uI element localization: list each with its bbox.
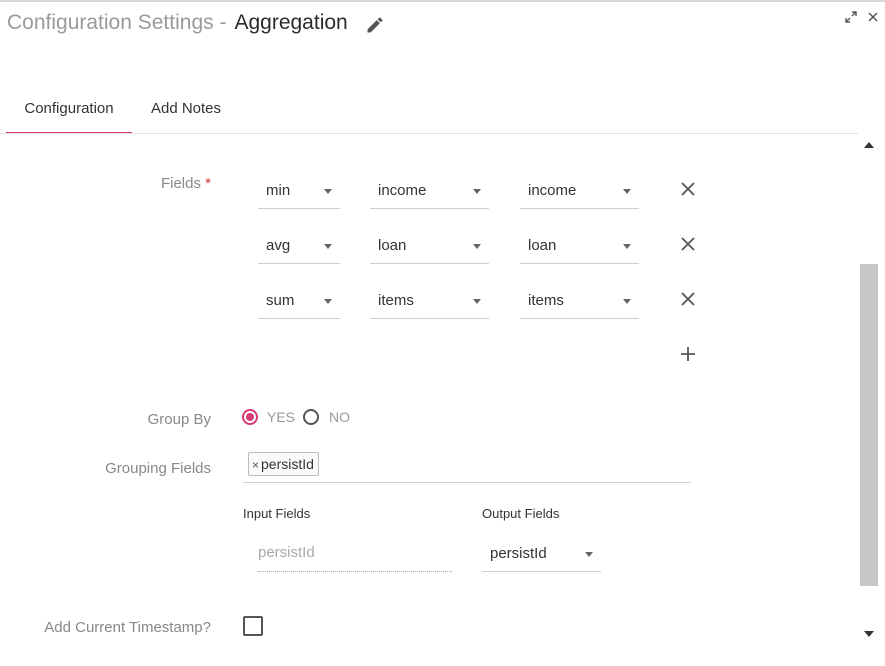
caret-down-icon — [623, 189, 631, 194]
output-field-select-1[interactable]: income — [520, 172, 639, 209]
caret-down-icon — [623, 299, 631, 304]
tabs-divider — [0, 133, 858, 134]
add-row-icon[interactable] — [678, 344, 698, 364]
group-by-no-label[interactable]: NO — [329, 409, 350, 425]
function-select-3[interactable]: sum — [258, 282, 340, 319]
remove-row-icon[interactable] — [678, 179, 698, 199]
grouping-fields-input[interactable]: × persistId — [243, 450, 691, 483]
output-fields-label: Output Fields — [482, 506, 560, 521]
caret-down-icon — [623, 244, 631, 249]
fields-label: Fields * — [161, 175, 211, 192]
function-select-2[interactable]: avg — [258, 227, 340, 264]
tab-add-notes[interactable]: Add Notes — [146, 92, 226, 134]
page-title: Configuration Settings - Aggregation — [7, 11, 348, 35]
input-fields-label: Input Fields — [243, 506, 311, 521]
group-by-yes-label[interactable]: YES — [267, 409, 295, 425]
tab-configuration[interactable]: Configuration — [6, 92, 132, 134]
grouping-field-chip: × persistId — [248, 452, 319, 476]
caret-down-icon — [324, 244, 332, 249]
group-by-label: Group By — [147, 411, 211, 428]
input-fields-value: persistId — [258, 535, 452, 572]
pencil-icon[interactable] — [365, 15, 385, 35]
scroll-thumb[interactable] — [860, 264, 878, 586]
caret-down-icon — [324, 189, 332, 194]
caret-down-icon — [324, 299, 332, 304]
input-field-select-3[interactable]: items — [370, 282, 489, 319]
input-fields-text: persistId — [258, 544, 315, 561]
chip-remove-icon[interactable]: × — [252, 458, 259, 472]
function-value: sum — [266, 292, 295, 309]
group-by-no-radio[interactable] — [303, 409, 319, 425]
title-prefix: Configuration Settings - — [7, 11, 227, 34]
fields-label-text: Fields — [160, 175, 201, 192]
output-fields-select[interactable]: persistId — [482, 535, 601, 572]
expand-icon[interactable] — [844, 10, 858, 24]
function-select-1[interactable]: min — [258, 172, 340, 209]
output-field-select-2[interactable]: loan — [520, 227, 639, 264]
timestamp-checkbox[interactable] — [243, 616, 263, 636]
input-field-select-2[interactable]: loan — [370, 227, 489, 264]
input-field-value: income — [378, 182, 427, 199]
output-field-value: items — [528, 292, 564, 309]
grouping-fields-label: Grouping Fields — [105, 460, 211, 477]
caret-down-icon — [473, 244, 481, 249]
output-field-value: loan — [528, 237, 557, 254]
caret-down-icon — [585, 552, 593, 557]
output-field-value: income — [528, 182, 577, 199]
input-field-select-1[interactable]: income — [370, 172, 489, 209]
chip-label: persistId — [261, 456, 314, 472]
caret-down-icon — [473, 299, 481, 304]
scroll-down-arrow-icon[interactable] — [864, 631, 874, 637]
title-name: Aggregation — [234, 11, 348, 34]
scroll-up-arrow-icon[interactable] — [864, 142, 874, 148]
caret-down-icon — [473, 189, 481, 194]
scrollbar[interactable] — [858, 134, 880, 646]
output-field-select-3[interactable]: items — [520, 282, 639, 319]
top-border — [0, 0, 885, 2]
close-icon[interactable] — [866, 10, 880, 24]
input-field-value: loan — [378, 237, 407, 254]
group-by-yes-radio[interactable] — [242, 409, 258, 425]
function-value: min — [266, 182, 291, 199]
input-field-value: items — [378, 292, 414, 309]
required-mark: * — [205, 175, 211, 192]
function-value: avg — [266, 237, 291, 254]
remove-row-icon[interactable] — [678, 289, 698, 309]
timestamp-label: Add Current Timestamp? — [44, 619, 211, 636]
remove-row-icon[interactable] — [678, 234, 698, 254]
output-fields-text: persistId — [490, 545, 547, 562]
